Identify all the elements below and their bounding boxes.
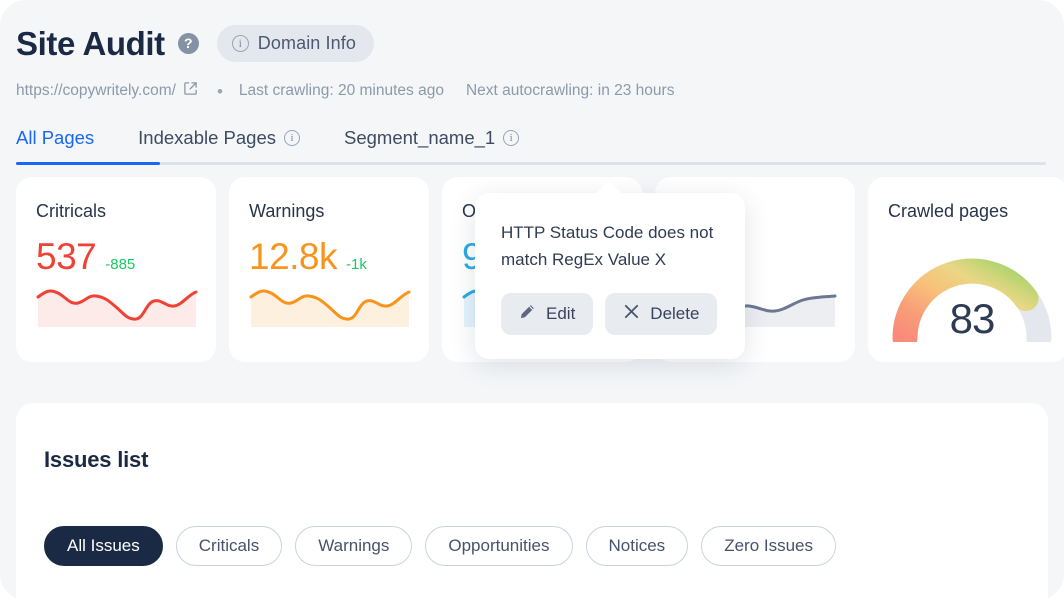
external-link-icon <box>183 81 198 101</box>
info-icon[interactable]: i <box>503 130 520 146</box>
tab-indexable-pages-label: Indexable Pages <box>138 127 276 148</box>
card-value: 12.8k <box>249 236 338 277</box>
close-x-icon <box>623 303 640 325</box>
metric-card-crawled-pages[interactable]: Crawled pages 83 <box>868 177 1064 362</box>
tab-all-pages[interactable]: All Pages <box>16 127 94 165</box>
tab-all-pages-label: All Pages <box>16 127 95 148</box>
meta-separator-dot: • <box>216 81 223 101</box>
chip-criticals[interactable]: Criticals <box>175 526 283 567</box>
tab-segment-name-1-label: Segment_name_1 <box>344 127 496 148</box>
edit-label: Edit <box>546 304 576 324</box>
card-value-row: 537 -885 <box>36 238 196 275</box>
site-url-text: https://copywritely.com/ <box>16 82 176 99</box>
issues-filter-chips: All Issues Criticals Warnings Opportunit… <box>44 526 1048 567</box>
meta-row: https://copywritely.com/ • Last crawling… <box>16 81 1064 101</box>
gauge-value: 83 <box>949 295 996 342</box>
tab-indexable-pages[interactable]: Indexable Pages i <box>138 127 300 165</box>
card-title: Critricals <box>36 201 106 221</box>
site-audit-app: Site Audit ? i Domain Info https://copyw… <box>0 0 1064 600</box>
question-mark-icon[interactable]: ? <box>177 32 199 54</box>
card-title: Crawled pages <box>888 201 1009 221</box>
card-value-row: 12.8k -1k <box>249 238 409 275</box>
last-crawling-text: Last crawling: 20 minutes ago <box>238 82 444 99</box>
metric-card-warnings[interactable]: Warnings 12.8k -1k <box>229 177 429 362</box>
card-delta: -1k <box>346 256 367 273</box>
issues-list-title: Issues list <box>44 447 149 472</box>
info-icon[interactable]: i <box>284 130 300 146</box>
card-title: Warnings <box>249 201 325 221</box>
gauge-chart: 83 <box>888 238 1056 351</box>
page-header: Site Audit ? i Domain Info https://copyw… <box>0 0 1064 101</box>
tab-bar: All Pages Indexable Pages i Segment_name… <box>0 127 1064 165</box>
card-value: 537 <box>36 236 97 277</box>
pencil-icon <box>519 303 536 325</box>
sparkline-chart <box>249 283 411 336</box>
card-delta: -885 <box>105 256 136 273</box>
chip-warnings[interactable]: Warnings <box>295 526 413 567</box>
tab-segment-name-1[interactable]: Segment_name_1 i <box>344 127 520 165</box>
metric-card-criticals[interactable]: Critricals 537 -885 <box>16 177 216 362</box>
site-url-link[interactable]: https://copywritely.com/ <box>16 81 198 101</box>
tooltip-text: HTTP Status Code does not match RegEx Va… <box>501 223 714 270</box>
delete-button[interactable]: Delete <box>605 293 718 336</box>
chip-opportunities[interactable]: Opportunities <box>425 526 573 567</box>
chip-zero-issues[interactable]: Zero Issues <box>701 526 836 567</box>
issues-list-panel: Issues list All Issues Criticals Warning… <box>16 403 1048 600</box>
chip-all-issues[interactable]: All Issues <box>44 526 163 567</box>
sparkline-chart <box>36 283 198 336</box>
segment-tooltip-popover: HTTP Status Code does not match RegEx Va… <box>475 193 745 360</box>
chip-notices[interactable]: Notices <box>585 526 689 567</box>
delete-label: Delete <box>650 304 700 324</box>
page-title: Site Audit <box>16 24 165 62</box>
edit-button[interactable]: Edit <box>501 293 594 336</box>
next-autocrawling-text: Next autocrawling: in 23 hours <box>465 82 675 99</box>
tooltip-arrow <box>592 180 626 194</box>
title-row: Site Audit ? i Domain Info <box>16 22 1064 64</box>
domain-info-label: Domain Info <box>257 32 356 53</box>
info-icon: i <box>231 34 249 52</box>
domain-info-button[interactable]: i Domain Info <box>216 24 374 62</box>
tooltip-actions: Edit Delete <box>501 293 719 336</box>
